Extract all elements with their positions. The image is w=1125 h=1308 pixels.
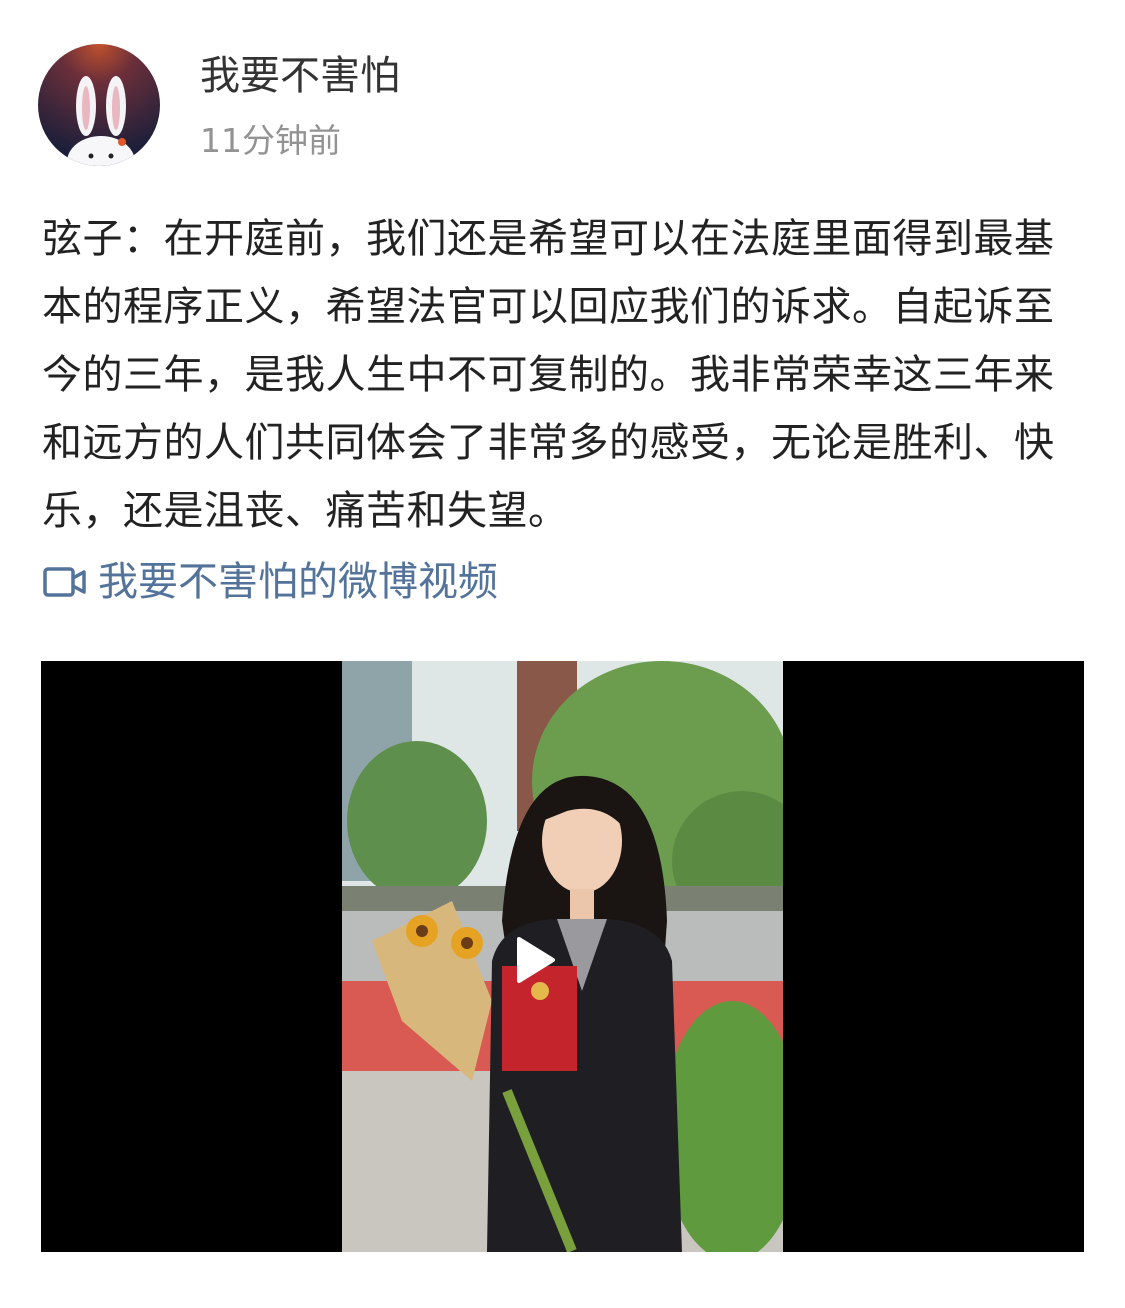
username[interactable]: 我要不害怕 xyxy=(200,50,400,102)
play-button[interactable] xyxy=(505,930,565,990)
avatar[interactable] xyxy=(38,44,160,166)
video-link-label: 我要不害怕的微博视频 xyxy=(98,559,498,605)
post-timestamp: 11分钟前 xyxy=(200,121,341,160)
post-text: 弦子：在开庭前，我们还是希望可以在法庭里面得到最基本的程序正义，希望法官可以回应… xyxy=(42,216,1055,534)
play-icon xyxy=(517,937,555,983)
video-camera-icon xyxy=(42,565,88,599)
rabbit-avatar-icon xyxy=(38,44,160,166)
video-link[interactable]: 我要不害怕的微博视频 xyxy=(42,554,498,610)
